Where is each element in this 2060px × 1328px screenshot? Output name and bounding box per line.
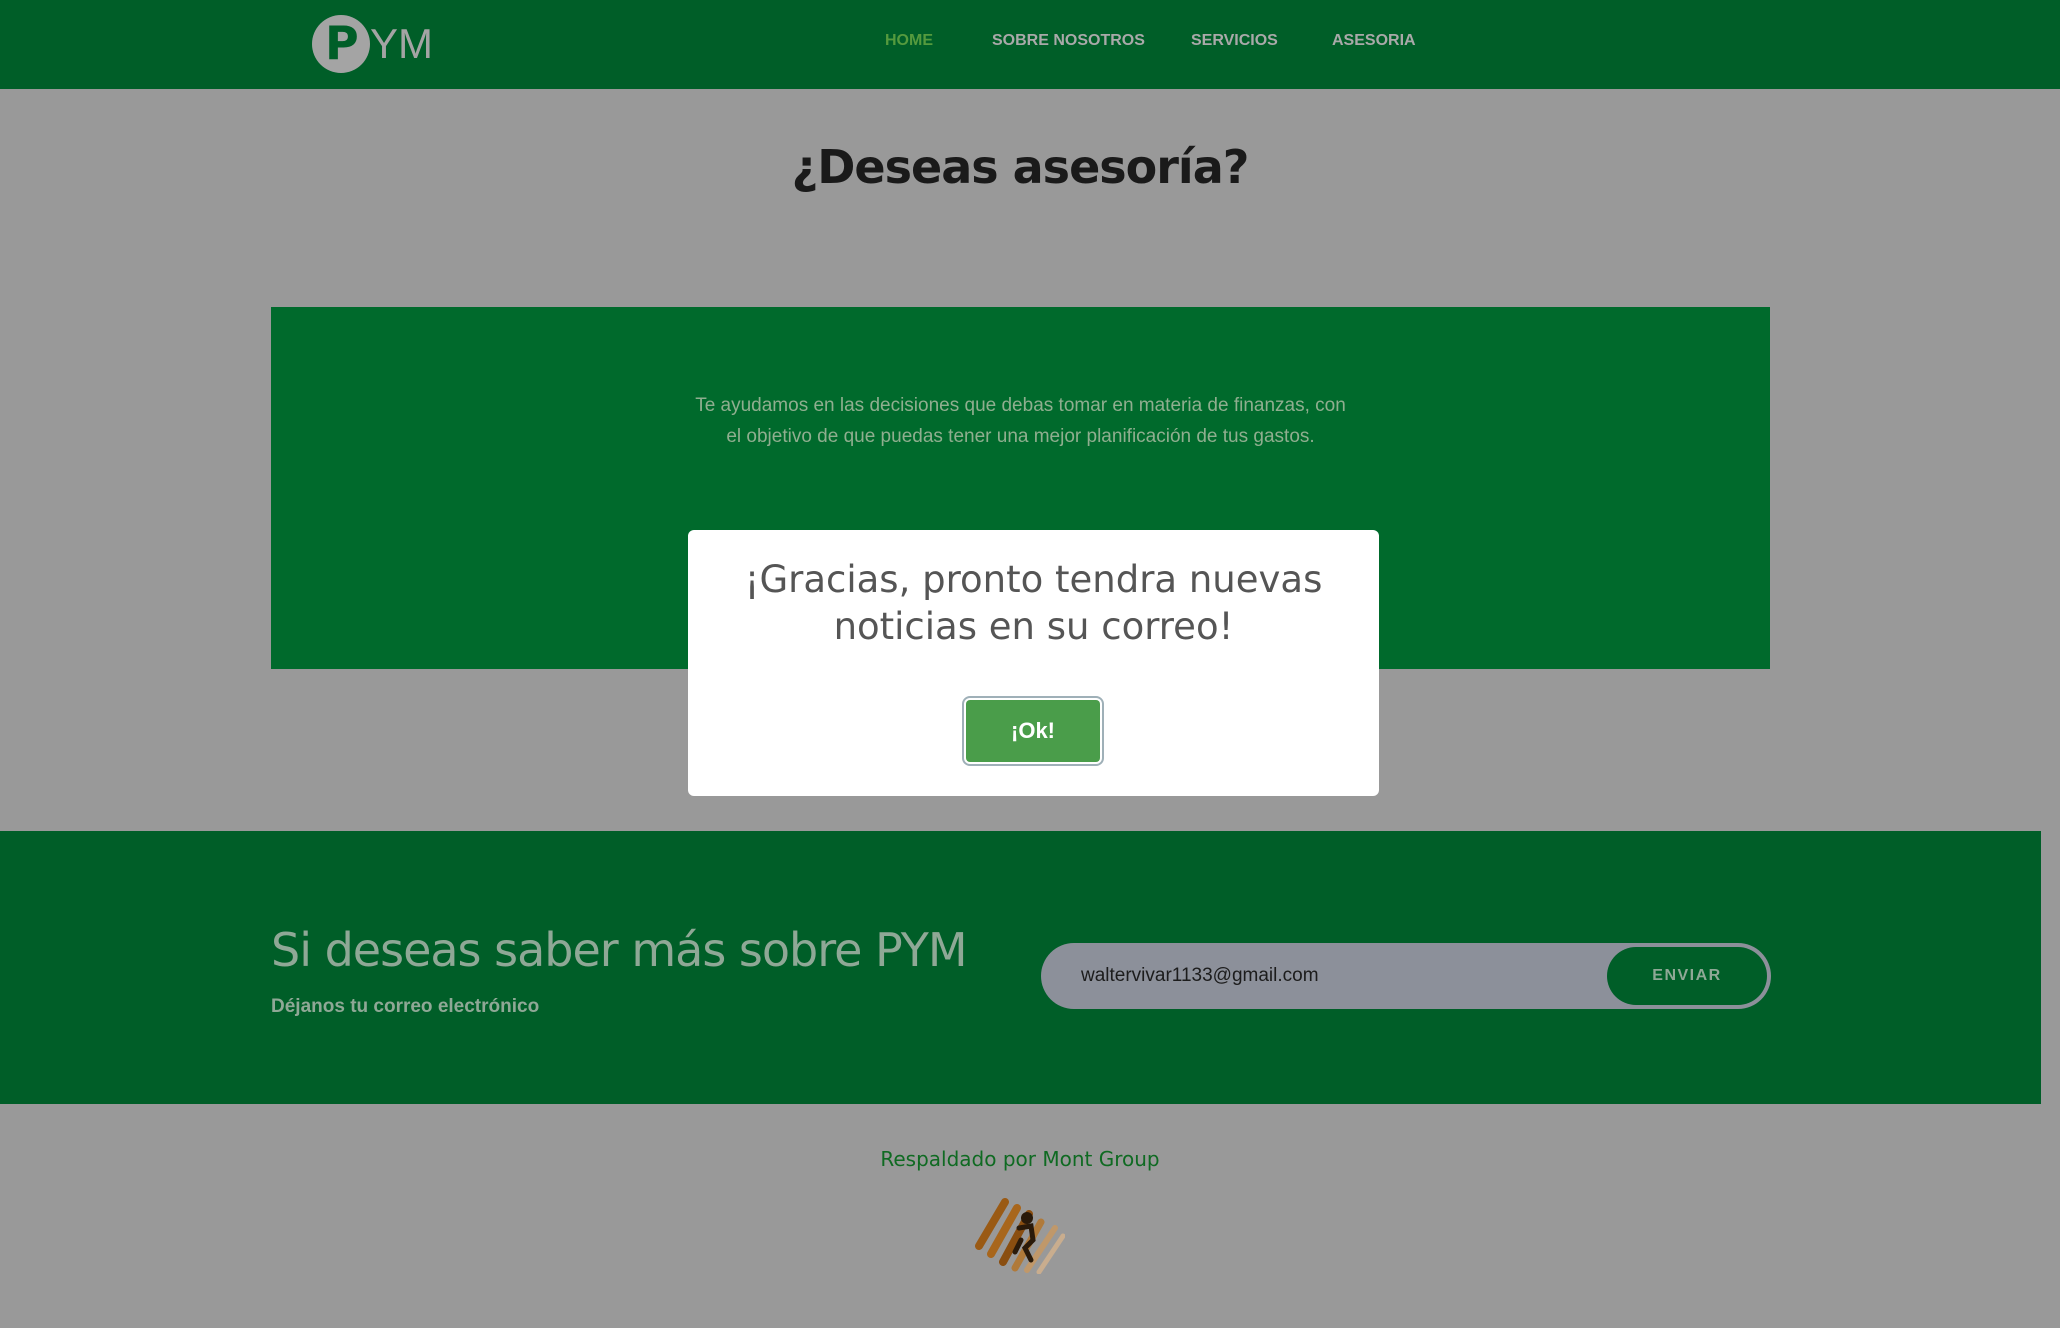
- page-title: ¿Deseas asesoría?: [791, 140, 1250, 194]
- newsletter-form: ENVIAR: [1041, 943, 1771, 1009]
- main-nav: HOME SOBRE NOSOTROS SERVICIOS ASESORIA: [0, 32, 2060, 56]
- advisory-text-line-2: el objetivo de que puedas tener una mejo…: [726, 426, 1315, 447]
- newsletter-title: Si deseas saber más sobre PYM: [271, 923, 968, 977]
- newsletter-subtitle: Déjanos tu correo electrónico: [271, 996, 540, 1017]
- advisory-text-line-1: Te ayudamos en las decisiones que debas …: [695, 395, 1346, 416]
- modal-title-line-2: noticias en su correo!: [833, 605, 1234, 648]
- modal-title: ¡Gracias, pronto tendra nuevas noticias …: [728, 556, 1339, 650]
- nav-home[interactable]: HOME: [885, 32, 933, 50]
- send-button[interactable]: ENVIAR: [1607, 947, 1767, 1005]
- nav-servicios[interactable]: SERVICIOS: [1191, 32, 1278, 50]
- modal-title-line-1: ¡Gracias, pronto tendra nuevas: [744, 558, 1323, 601]
- site-header: P YM HOME SOBRE NOSOTROS SERVICIOS ASESO…: [0, 0, 2060, 89]
- nav-asesoria[interactable]: ASESORIA: [1332, 32, 1416, 50]
- nav-sobre-nosotros[interactable]: SOBRE NOSOTROS: [992, 32, 1145, 50]
- email-field[interactable]: [1041, 943, 1601, 1009]
- advisory-description: Te ayudamos en las decisiones que debas …: [271, 390, 1770, 452]
- newsletter-section: Si deseas saber más sobre PYM Déjanos tu…: [0, 831, 2041, 1104]
- mont-group-logo-icon: [975, 1198, 1065, 1274]
- footer-text: Respaldado por Mont Group: [880, 1147, 1160, 1171]
- ok-button[interactable]: ¡Ok!: [966, 700, 1100, 762]
- confirmation-modal: ¡Gracias, pronto tendra nuevas noticias …: [688, 530, 1379, 796]
